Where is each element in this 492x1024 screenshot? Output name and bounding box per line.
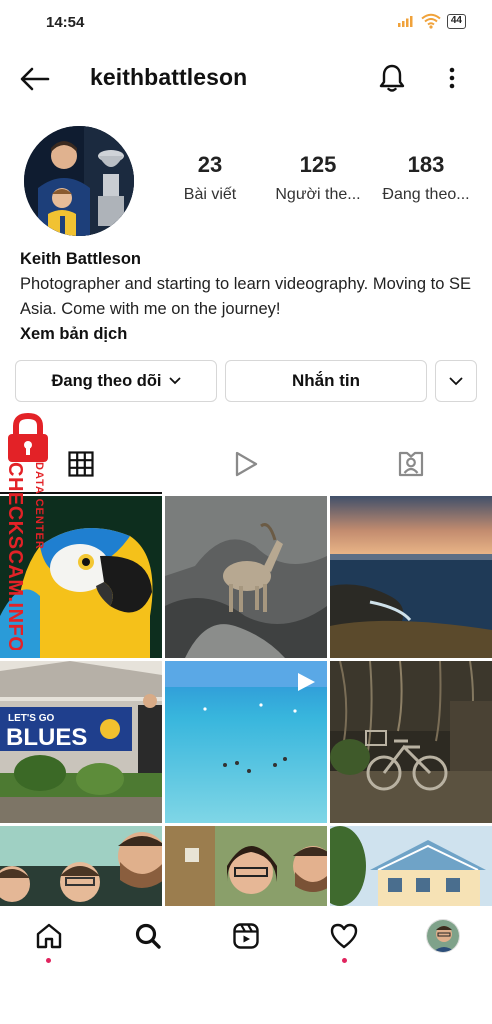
display-name: Keith Battleson <box>20 250 142 268</box>
post-thumbnail-bicycle[interactable] <box>330 661 492 823</box>
nav-reels[interactable] <box>226 916 266 956</box>
notifications-button[interactable] <box>376 60 408 96</box>
profile-tabs <box>0 434 492 494</box>
nav-home[interactable] <box>29 916 69 956</box>
following-stat[interactable]: 183 Đang theo... <box>372 152 480 204</box>
banner-big-text: BLUES <box>6 724 87 751</box>
tagged-person-icon <box>398 451 424 477</box>
message-button-label: Nhắn tin <box>292 371 360 390</box>
posts-label: Bài viết <box>183 186 237 203</box>
bottom-nav <box>0 906 492 966</box>
message-button[interactable]: Nhắn tin <box>225 360 427 402</box>
posts-grid: LET'S GO BLUES <box>0 496 492 906</box>
following-count: 183 <box>407 152 445 177</box>
home-notification-dot <box>46 958 51 963</box>
post-thumbnail-turquoise-sea[interactable] <box>165 661 327 823</box>
following-button[interactable]: Đang theo dõi <box>15 360 217 402</box>
see-translation-link[interactable]: Xem bản dịch <box>20 322 480 346</box>
profile-bio: Keith Battleson Photographer and startin… <box>20 248 480 346</box>
watermark: DATA CENTER CHECKSCAM.INFO <box>0 412 58 652</box>
battery-icon: 44 <box>446 13 466 29</box>
video-indicator-icon <box>298 673 315 691</box>
banner-small-text: LET'S GO <box>8 713 54 724</box>
nav-activity[interactable] <box>324 916 364 956</box>
signal-icon <box>397 16 413 27</box>
posts-count: 23 <box>197 152 223 177</box>
more-vertical-icon <box>449 67 455 89</box>
profile-username: keithbattleson <box>90 64 248 90</box>
home-icon <box>36 923 62 949</box>
suggested-accounts-button[interactable] <box>435 360 477 402</box>
back-arrow-icon <box>20 67 50 91</box>
tab-tagged[interactable] <box>330 434 492 494</box>
bell-icon <box>379 64 405 92</box>
following-label: Đang theo... <box>382 186 470 203</box>
reels-play-icon <box>235 451 258 477</box>
search-icon <box>135 923 161 949</box>
heart-icon <box>330 923 358 949</box>
post-thumbnail-couple-selfie[interactable] <box>165 826 327 906</box>
more-options-button[interactable] <box>440 62 464 94</box>
profile-avatar-small <box>426 919 460 953</box>
tab-reels[interactable] <box>165 434 327 494</box>
status-bar: 14:54 44 <box>0 0 492 44</box>
chevron-down-icon <box>449 377 463 385</box>
profile-header: keithbattleson <box>0 52 492 104</box>
post-thumbnail-sunset-sea[interactable] <box>330 496 492 658</box>
followers-stat[interactable]: 125 Người the... <box>264 152 372 204</box>
profile-actions: Đang theo dõi Nhắn tin <box>15 360 477 402</box>
post-thumbnail-ibex[interactable] <box>165 496 327 658</box>
followers-label: Người the... <box>275 186 361 203</box>
post-thumbnail-blues-banner[interactable]: LET'S GO BLUES <box>0 661 162 823</box>
status-icons: 44 <box>397 13 466 29</box>
grid-icon <box>68 451 94 477</box>
watermark-text-small: DATA CENTER <box>33 462 45 550</box>
profile-avatar[interactable] <box>24 126 134 236</box>
profile-stats: 23 Bài viết 125 Người the... 183 Đang th… <box>156 152 480 204</box>
chevron-down-icon <box>169 377 180 385</box>
post-thumbnail-family-selfie[interactable] <box>0 826 162 906</box>
post-thumbnail-blue-house[interactable] <box>330 826 492 906</box>
following-button-label: Đang theo dõi <box>51 371 162 390</box>
reels-icon <box>233 923 259 949</box>
wifi-icon <box>421 13 441 29</box>
status-time: 14:54 <box>46 13 85 31</box>
posts-stat[interactable]: 23 Bài viết <box>156 152 264 204</box>
watermark-text-large: CHECKSCAM.INFO <box>4 462 26 650</box>
lock-icon <box>8 412 48 462</box>
nav-profile[interactable] <box>423 916 463 956</box>
nav-search[interactable] <box>128 916 168 956</box>
activity-notification-dot <box>342 958 347 963</box>
back-button[interactable] <box>18 64 52 94</box>
avatar-photo <box>24 126 134 236</box>
followers-count: 125 <box>299 152 337 177</box>
bio-text: Photographer and starting to learn video… <box>20 275 471 318</box>
